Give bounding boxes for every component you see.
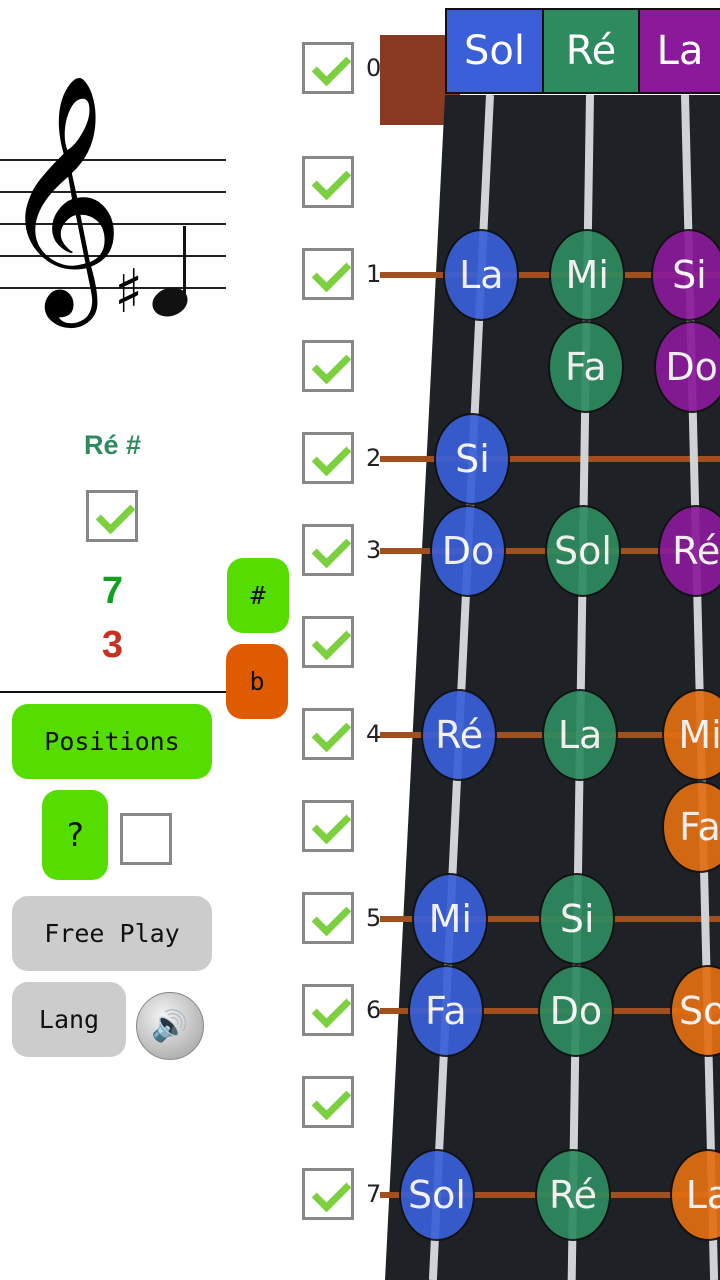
note-marker[interactable]: Fa	[407, 965, 484, 1057]
check-icon	[311, 804, 352, 845]
check-icon	[311, 712, 352, 753]
help-button[interactable]: ?	[42, 790, 108, 880]
fret-number-label: 4	[366, 720, 382, 748]
fret-checkbox[interactable]	[302, 892, 354, 944]
fret-checkbox[interactable]	[302, 524, 354, 576]
note-marker[interactable]: Ré	[535, 1149, 611, 1241]
sharp-accidental: ♯	[114, 257, 144, 327]
check-icon	[95, 494, 136, 535]
note-marker[interactable]: Si	[651, 229, 720, 321]
open-string-1[interactable]: Ré	[542, 8, 640, 94]
sharp-button[interactable]: #	[227, 558, 289, 633]
note-marker[interactable]: La	[542, 689, 619, 781]
fret-number-label: 6	[366, 996, 382, 1024]
note-marker[interactable]: Do	[537, 965, 614, 1057]
fret-checkbox[interactable]	[302, 340, 354, 392]
fret-checkbox[interactable]	[302, 708, 354, 760]
check-icon	[311, 344, 352, 385]
check-icon	[311, 620, 352, 661]
check-icon	[311, 896, 352, 937]
fret-number-label: 0	[366, 54, 382, 82]
note-stem	[183, 226, 186, 298]
fret-number-label: 7	[366, 1180, 382, 1208]
note-marker[interactable]: Fa	[547, 321, 624, 413]
divider	[0, 691, 228, 693]
speaker-icon[interactable]: 🔊	[136, 992, 204, 1060]
fret-checkbox[interactable]	[302, 42, 354, 94]
treble-clef-icon: 𝄞	[0, 72, 125, 317]
fret-checkbox[interactable]	[302, 1168, 354, 1220]
fret-number-label: 2	[366, 444, 382, 472]
note-marker[interactable]: Mi	[412, 873, 489, 965]
note-marker[interactable]: Do	[430, 505, 507, 597]
fret-number-label: 5	[366, 904, 382, 932]
fret-number-label: 1	[366, 260, 382, 288]
note-marker[interactable]: Sol	[544, 505, 621, 597]
check-icon	[311, 988, 352, 1029]
note-name-checkbox[interactable]	[86, 490, 138, 542]
fretboard[interactable]: Sol Ré La La Mi Si Fa Do Si Do Sol Ré Ré La Mi Fa Mi Si F…	[380, 0, 720, 1280]
fretboard-image	[380, 35, 720, 1280]
help-checkbox[interactable]	[120, 813, 172, 865]
note-marker[interactable]: Si	[539, 873, 616, 965]
note-marker[interactable]: Si	[434, 413, 511, 505]
positions-button[interactable]: Positions	[12, 704, 212, 779]
free-play-button[interactable]: Free Play	[12, 896, 212, 971]
lang-button[interactable]: Lang	[12, 982, 126, 1057]
fret-checkbox[interactable]	[302, 616, 354, 668]
check-icon	[311, 1172, 352, 1213]
check-icon	[311, 1080, 352, 1121]
note-marker[interactable]: La	[443, 229, 520, 321]
note-marker[interactable]: Ré	[421, 689, 498, 781]
fret-checkbox[interactable]	[302, 800, 354, 852]
fret-checkbox[interactable]	[302, 156, 354, 208]
note-marker[interactable]: Sol	[399, 1149, 475, 1241]
check-icon	[311, 528, 352, 569]
wrong-count: 3	[101, 624, 124, 666]
correct-count: 7	[101, 570, 124, 612]
current-note-name: Ré #	[83, 430, 142, 460]
check-icon	[311, 160, 352, 201]
open-string-0[interactable]: Sol	[445, 8, 544, 94]
fret-checkbox[interactable]	[302, 1076, 354, 1128]
fret-checkbox[interactable]	[302, 432, 354, 484]
fret-checkbox[interactable]	[302, 984, 354, 1036]
note-marker[interactable]: Mi	[549, 229, 626, 321]
flat-button[interactable]: b	[226, 644, 288, 719]
fret-checkbox[interactable]	[302, 248, 354, 300]
check-icon	[311, 46, 352, 87]
fret-number-label: 3	[366, 536, 382, 564]
note-marker[interactable]: Do	[653, 321, 720, 413]
open-string-2[interactable]: La	[638, 8, 720, 94]
check-icon	[311, 252, 352, 293]
check-icon	[311, 436, 352, 477]
